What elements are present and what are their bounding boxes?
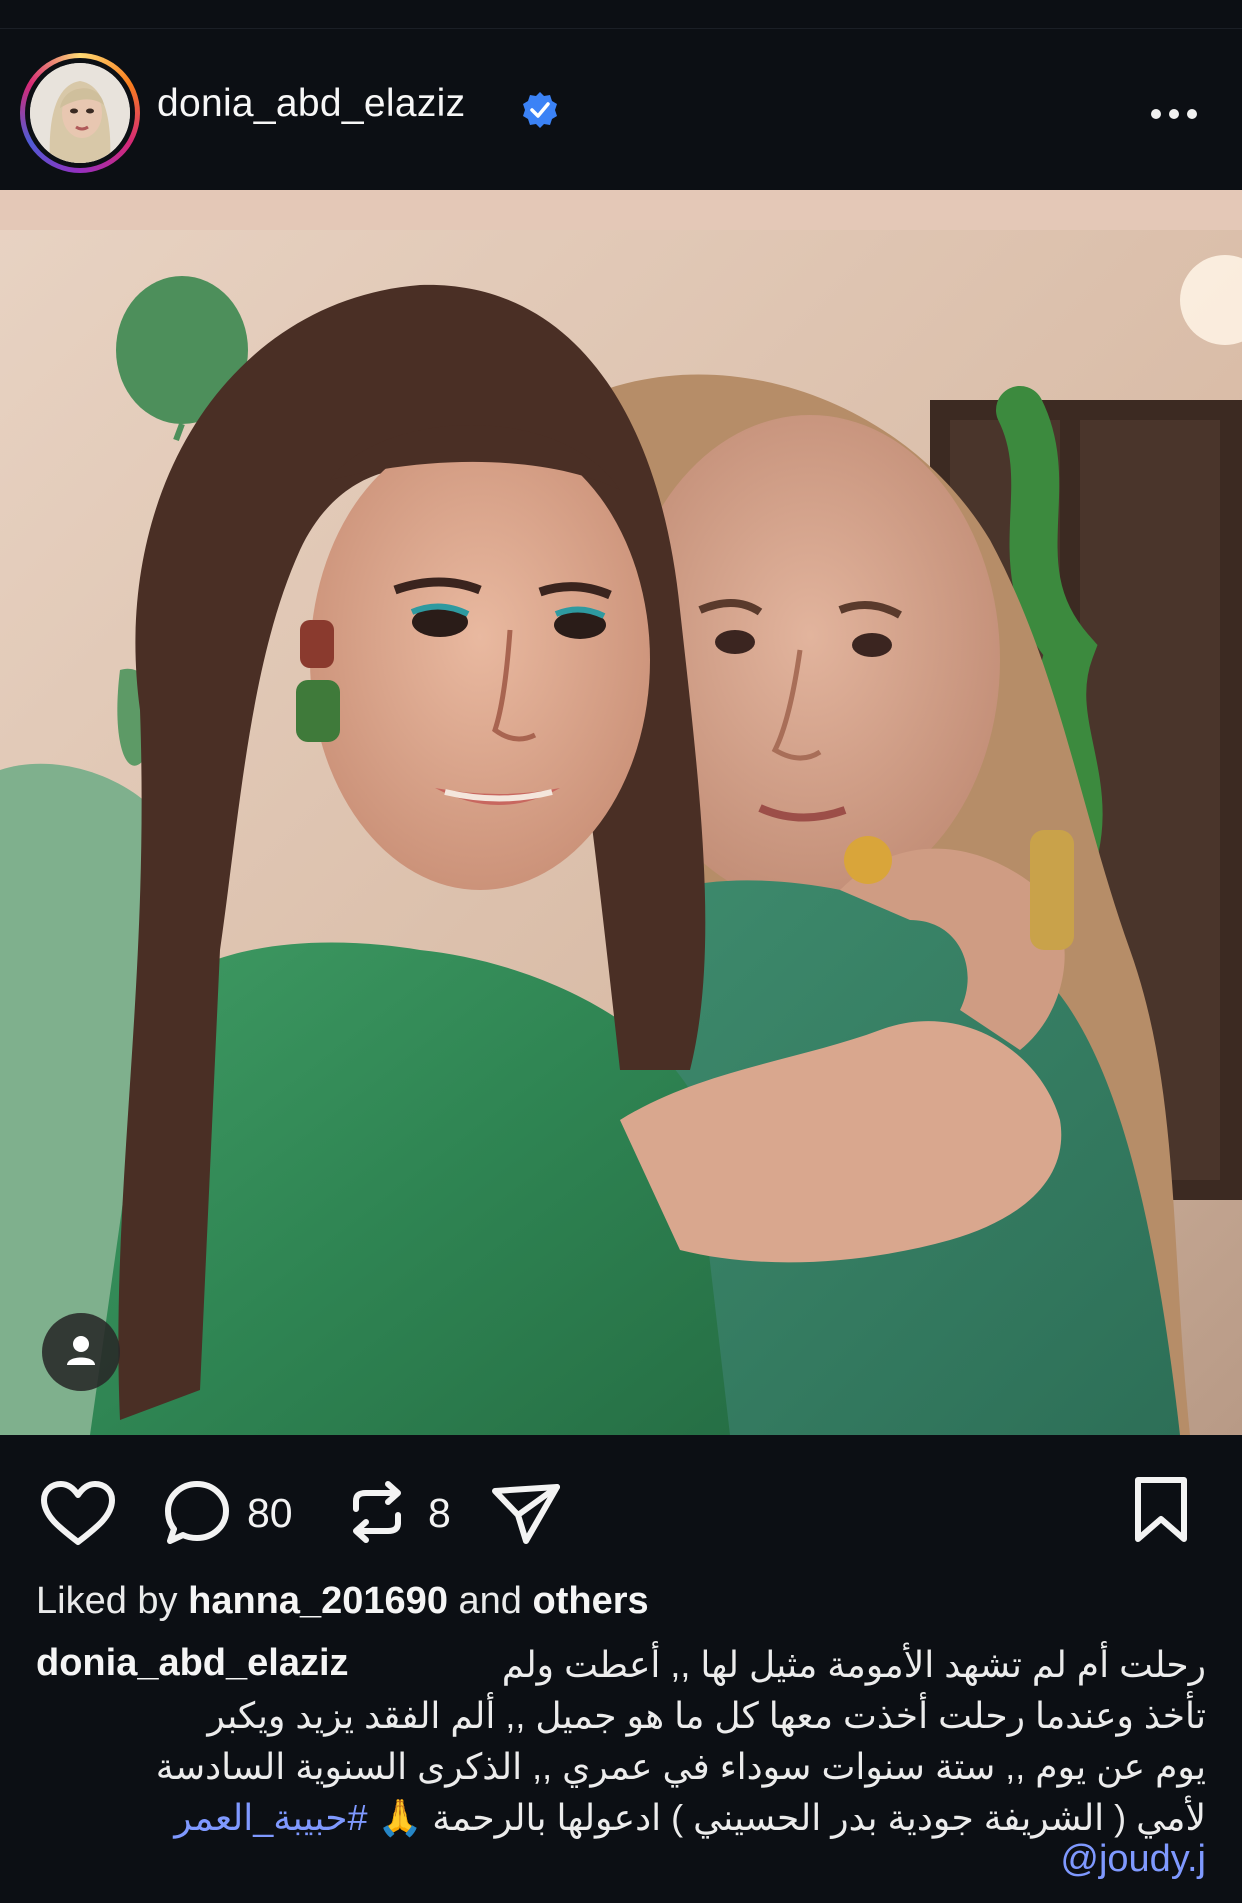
heart-icon[interactable] bbox=[40, 1480, 116, 1546]
person-tag-button[interactable] bbox=[42, 1313, 120, 1391]
post-header: donia_abd_elaziz bbox=[0, 28, 1242, 190]
repost-count: 8 bbox=[428, 1490, 451, 1536]
caption-line-4-text: لأمي ( الشريفة جودية بدر الحسيني ) ادعول… bbox=[377, 1797, 1206, 1838]
bookmark-icon[interactable] bbox=[1133, 1476, 1189, 1544]
person-tag-icon bbox=[67, 1336, 95, 1365]
caption-mention[interactable]: @joudy.j bbox=[1060, 1838, 1206, 1881]
post-username[interactable]: donia_abd_elaziz bbox=[157, 82, 465, 126]
caption-line-1: رحلت أم لم تشهد الأمومة مثيل لها ,, أعطت… bbox=[501, 1644, 1206, 1685]
avatar[interactable] bbox=[30, 63, 130, 163]
comment-icon[interactable] bbox=[163, 1479, 231, 1547]
share-icon[interactable] bbox=[490, 1481, 562, 1547]
more-options-icon[interactable] bbox=[1148, 103, 1200, 125]
caption-username[interactable]: donia_abd_elaziz bbox=[36, 1642, 349, 1685]
repost-icon[interactable] bbox=[344, 1479, 410, 1545]
likes-prefix: Liked by bbox=[36, 1580, 178, 1622]
caption-hashtag[interactable]: #حبيبة_العمر bbox=[174, 1797, 367, 1838]
comment-count: 80 bbox=[247, 1490, 293, 1536]
likes-summary: Liked by hanna_201690 and others bbox=[36, 1580, 649, 1623]
caption-line-3: يوم عن يوم ,, ستة سنوات سوداء في عمري ,,… bbox=[155, 1746, 1206, 1787]
verified-badge-icon bbox=[523, 92, 557, 128]
likes-others-link[interactable]: others bbox=[532, 1580, 648, 1622]
avatar-story-ring[interactable] bbox=[20, 53, 140, 173]
post-photo-image bbox=[0, 190, 1242, 1435]
caption-line-2: تأخذ وعندما رحلت أخذت معها كل ما هو جميل… bbox=[207, 1695, 1206, 1736]
likes-user-link[interactable]: hanna_201690 bbox=[188, 1580, 448, 1622]
top-strip bbox=[0, 0, 1242, 29]
post-photo[interactable] bbox=[0, 190, 1242, 1435]
likes-middle: and bbox=[458, 1580, 522, 1622]
action-bar: 80 8 bbox=[0, 1435, 1242, 1565]
caption-line-4: لأمي ( الشريفة جودية بدر الحسيني ) ادعول… bbox=[174, 1797, 1206, 1839]
